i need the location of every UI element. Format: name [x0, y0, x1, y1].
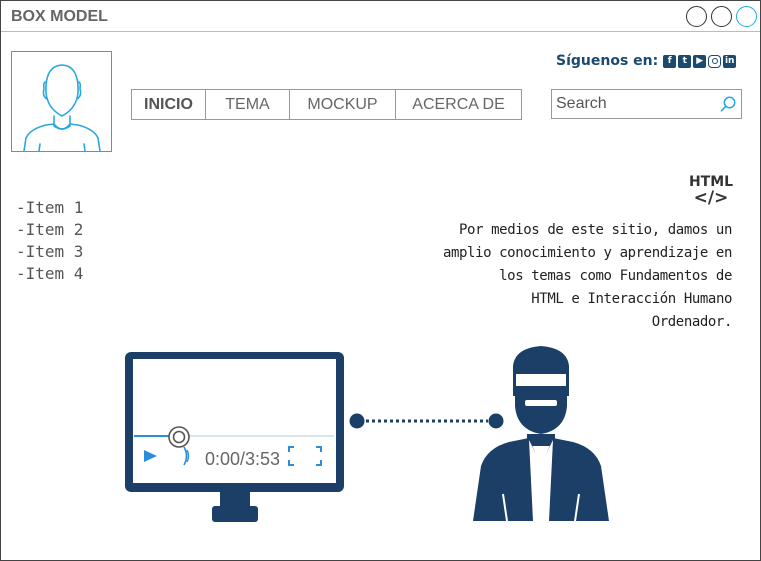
instagram-icon[interactable]	[708, 54, 722, 68]
sidebar-item-2[interactable]: -Item 2	[16, 219, 83, 241]
linkedin-icon[interactable]: in	[723, 54, 737, 68]
volume-icon[interactable]	[181, 445, 193, 467]
play-icon[interactable]	[141, 447, 159, 465]
code-icon: </>	[693, 188, 729, 208]
search-input[interactable]	[556, 93, 716, 115]
video-progress-bar[interactable]	[134, 433, 334, 439]
player-time: 0:00/3:53	[205, 449, 281, 469]
avatar	[11, 51, 112, 152]
sidebar-item-4[interactable]: -Item 4	[16, 263, 83, 285]
search-box	[551, 89, 742, 119]
nav-item-tema[interactable]: TEMA	[206, 90, 290, 119]
title-bar: BOX MODEL	[1, 1, 760, 32]
about-line: Ordenador.	[651, 314, 733, 330]
main-nav: INICIO TEMA MOCKUP ACERCA DE	[131, 89, 522, 120]
twitter-icon[interactable]: t	[678, 54, 692, 68]
window-title: BOX MODEL	[11, 8, 108, 25]
user-icon	[23, 64, 101, 152]
nav-item-inicio[interactable]: INICIO	[132, 90, 206, 119]
social-links: Síguenos en: f t ▶ in	[556, 51, 738, 71]
about-line: HTML e Interacción Humano	[531, 291, 732, 307]
maximize-button[interactable]	[711, 6, 732, 27]
app-window: BOX MODEL Síguenos en: f t ▶ in INICIO T…	[0, 0, 761, 561]
fullscreen-icon[interactable]	[288, 445, 322, 467]
sidebar-item-1[interactable]: -Item 1	[16, 197, 83, 219]
about-line: amplio conocimiento y aprendizaje en	[442, 245, 732, 261]
nav-item-acerca-de[interactable]: ACERCA DE	[396, 90, 521, 119]
social-label: Síguenos en:	[556, 53, 659, 69]
html-badge: HTML </>	[687, 174, 735, 208]
search-icon[interactable]	[719, 95, 737, 113]
sidebar-item-3[interactable]: -Item 3	[16, 241, 83, 263]
facebook-icon[interactable]: f	[663, 54, 677, 68]
sidebar-list: -Item 1 -Item 2 -Item 3 -Item 4	[16, 197, 83, 285]
about-text: Por medios de este sitio, damos un ampli…	[419, 219, 732, 334]
person-illustration	[473, 346, 609, 521]
close-button[interactable]	[736, 6, 757, 27]
about-line: los temas como Fundamentos de	[499, 268, 732, 284]
minimize-button[interactable]	[686, 6, 707, 27]
about-line: Por medios de este sitio, damos un	[459, 222, 732, 238]
youtube-icon[interactable]: ▶	[693, 54, 707, 68]
nav-item-mockup[interactable]: MOCKUP	[290, 90, 396, 119]
